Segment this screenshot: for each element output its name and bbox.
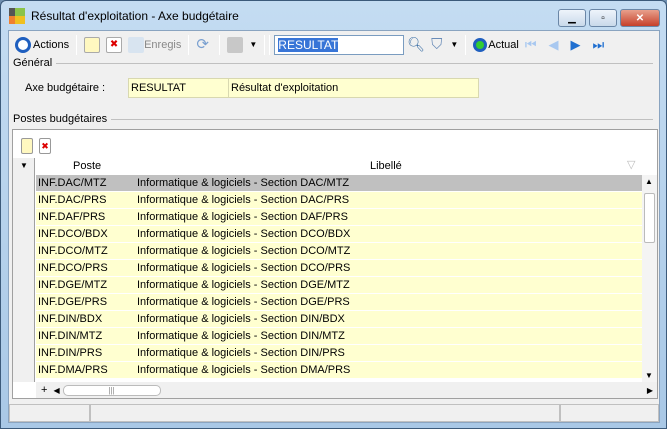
last-icon: ⏭ (592, 36, 605, 52)
actual-button[interactable]: Actual (470, 34, 522, 56)
first-record-button[interactable]: ⏮ (522, 34, 540, 56)
filter-icon[interactable]: ▽ (627, 158, 635, 171)
horizontal-scrollbar[interactable]: + ◀ ||| ▶ (36, 382, 657, 398)
cell-poste: INF.DIN/BDX (38, 313, 103, 325)
cell-libelle: Informatique & logiciels - Section DGE/M… (137, 279, 350, 291)
save-icon (128, 36, 145, 53)
postes-group: Postes budgétaires (13, 113, 653, 125)
cell-libelle: Informatique & logiciels - Section DIN/P… (137, 347, 345, 359)
table-row[interactable]: INF.DCO/BDX Informatique & logiciels - Se… (36, 226, 642, 243)
cell-poste: INF.DCO/MTZ (38, 245, 108, 257)
client-area: Actions ✖ Enregis ⟳ ▼ RESULTAT 🔍︎ ⛉ ▼ Act… (8, 30, 660, 423)
window: Résultat d'exploitation - Axe budgétaire… (0, 0, 667, 429)
last-record-button[interactable]: ⏭ (590, 34, 608, 56)
general-group: Général (13, 57, 653, 69)
cell-libelle: Informatique & logiciels - Section DGE/P… (137, 296, 350, 308)
cell-poste: INF.DIN/MTZ (38, 330, 103, 342)
grid-header: Poste Libellé ▽ (13, 158, 657, 174)
table-row[interactable]: INF.DAF/PRS Informatique & logiciels - Se… (36, 209, 642, 226)
table-row[interactable]: INF.DIN/PRS Informatique & logiciels - Se… (36, 345, 642, 362)
cell-libelle: Informatique & logiciels - Section DAF/P… (137, 211, 348, 223)
app-logo-icon (9, 8, 25, 24)
cell-poste: INF.DAF/PRS (38, 211, 106, 223)
axe-label: Axe budgétaire : (25, 82, 106, 94)
cell-libelle: Informatique & logiciels - Section DAC/P… (137, 194, 350, 206)
toolbar: Actions ✖ Enregis ⟳ ▼ RESULTAT 🔍︎ ⛉ ▼ Act… (9, 31, 659, 58)
new-button[interactable] (81, 34, 103, 56)
cell-poste: INF.DAC/MTZ (38, 177, 107, 189)
previous-record-button[interactable]: ◀ (546, 34, 562, 56)
table-row[interactable]: INF.DAC/PRS Informatique & logiciels - Se… (36, 192, 642, 209)
search-input[interactable]: RESULTAT (274, 34, 405, 55)
table-row[interactable]: INF.DCO/MTZ Informatique & logiciels - Se… (36, 243, 642, 260)
new-document-icon (84, 36, 101, 53)
printer-icon (227, 36, 244, 53)
next-record-button[interactable]: ▶ (568, 34, 584, 56)
table-row[interactable]: INF.DAC/MTZ Informatique & logiciels - Se… (36, 175, 642, 192)
filter-icon: ⛉ (431, 36, 443, 53)
table-row[interactable]: INF.DIN/BDX Informatique & logiciels - Se… (36, 311, 642, 328)
cell-libelle: Informatique & logiciels - Section DMA/P… (137, 364, 351, 376)
chevron-down-icon: ▼ (450, 40, 459, 49)
search-icon: 🔍︎ (407, 36, 426, 52)
minimize-button[interactable]: ▁ (558, 9, 586, 27)
search-button[interactable]: 🔍︎ (404, 34, 428, 56)
actual-icon (473, 37, 488, 52)
previous-icon: ◀ (548, 36, 559, 52)
chevron-down-icon[interactable]: ▼ (20, 161, 28, 170)
cell-poste: INF.DGE/MTZ (38, 279, 108, 291)
expand-icon[interactable]: + (41, 384, 47, 396)
print-button[interactable]: ▼ (224, 34, 260, 56)
next-icon: ▶ (570, 36, 581, 52)
cell-libelle: Informatique & logiciels - Section DIN/M… (137, 330, 345, 342)
column-libelle[interactable]: Libellé (370, 160, 402, 172)
row-indicator-column: ▼ (13, 158, 35, 382)
axe-code-field[interactable]: RESULTAT (128, 78, 229, 98)
refresh-icon: ⟳ (196, 35, 209, 53)
axe-name-field[interactable]: Résultat d'exploitation (228, 78, 479, 98)
cell-poste: INF.DAC/PRS (38, 194, 107, 206)
close-button[interactable]: ✕ (620, 9, 660, 27)
column-poste[interactable]: Poste (73, 160, 101, 172)
delete-row-icon[interactable]: ✖ (39, 138, 51, 154)
cell-poste: INF.DIN/PRS (38, 347, 103, 359)
refresh-button[interactable]: ⟳ (193, 34, 215, 56)
cell-poste: INF.DCO/PRS (38, 262, 108, 274)
chevron-down-icon: ▼ (249, 40, 258, 49)
delete-icon: ✖ (106, 36, 123, 53)
table-row[interactable]: INF.DCO/PRS Informatique & logiciels - Se… (36, 260, 642, 277)
actions-icon (15, 36, 31, 53)
cell-poste: INF.DMA/PRS (38, 364, 108, 376)
cell-poste: INF.DCO/BDX (38, 228, 108, 240)
grid-rows: INF.DAC/MTZ Informatique & logiciels - Se… (36, 175, 642, 379)
cell-libelle: Informatique & logiciels - Section DIN/B… (137, 313, 345, 325)
window-title: Résultat d'exploitation - Axe budgétaire (31, 9, 239, 23)
status-bar (9, 404, 659, 422)
table-row[interactable]: INF.DGE/PRS Informatique & logiciels - Se… (36, 294, 642, 311)
delete-button[interactable]: ✖ (103, 34, 125, 56)
vertical-scrollbar[interactable]: ▲ ▼ (642, 175, 657, 382)
cell-libelle: Informatique & logiciels - Section DCO/M… (137, 245, 351, 257)
maximize-button[interactable]: ▫ (589, 9, 617, 27)
add-row-icon[interactable] (21, 138, 33, 154)
title-bar: Résultat d'exploitation - Axe budgétaire (9, 7, 239, 25)
actions-button[interactable]: Actions (12, 34, 72, 56)
save-button[interactable]: Enregis (125, 34, 184, 56)
filter-button[interactable]: ⛉ ▼ (428, 34, 461, 56)
cell-poste: INF.DGE/PRS (38, 296, 108, 308)
cell-libelle: Informatique & logiciels - Section DCO/B… (137, 228, 351, 240)
cell-libelle: Informatique & logiciels - Section DAC/M… (137, 177, 350, 189)
postes-grid: ✖ Poste Libellé ▽ ▼ INF.DAC/MTZ Informati… (12, 129, 658, 399)
cell-libelle: Informatique & logiciels - Section DCO/P… (137, 262, 351, 274)
first-icon: ⏮ (524, 36, 537, 52)
table-row[interactable]: INF.DIN/MTZ Informatique & logiciels - Se… (36, 328, 642, 345)
table-row[interactable]: INF.DGE/MTZ Informatique & logiciels - Se… (36, 277, 642, 294)
table-row[interactable]: INF.DMA/PRS Informatique & logiciels - Se… (36, 362, 642, 379)
